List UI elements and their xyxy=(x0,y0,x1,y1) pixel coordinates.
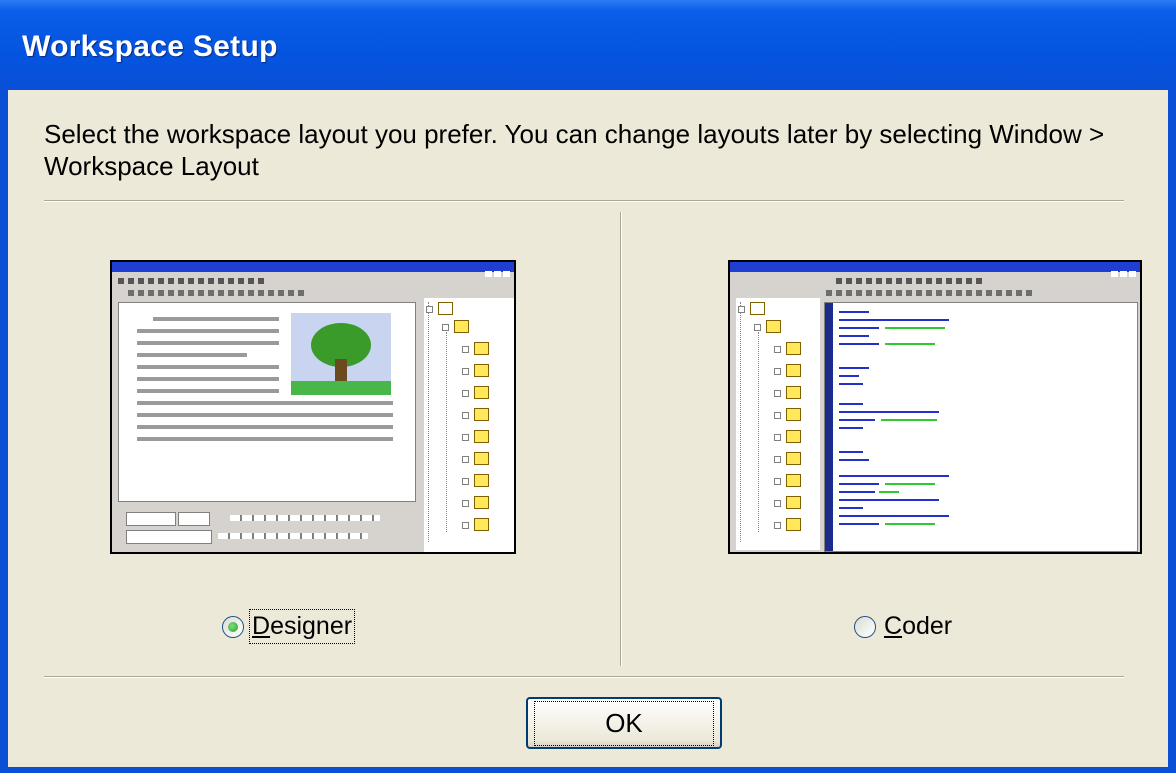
coder-label: Coder xyxy=(884,612,953,640)
designer-label: Designer xyxy=(248,609,356,644)
ok-button-label: OK xyxy=(534,700,714,746)
top-divider xyxy=(44,200,1124,202)
bottom-divider xyxy=(44,676,1124,678)
title-bar[interactable]: Workspace Setup xyxy=(0,0,1176,90)
radio-unchecked-icon[interactable] xyxy=(854,615,876,638)
designer-layout-preview[interactable] xyxy=(110,260,516,554)
vertical-divider xyxy=(620,212,622,666)
designer-radio-option[interactable]: Designer xyxy=(222,609,356,644)
radio-checked-icon[interactable] xyxy=(222,615,244,638)
window-title: Workspace Setup xyxy=(22,30,278,63)
coder-radio-option[interactable]: Coder xyxy=(854,612,952,641)
instruction-text: Select the workspace layout you prefer. … xyxy=(44,119,1105,181)
coder-layout-preview[interactable] xyxy=(728,260,1142,554)
ok-button[interactable]: OK xyxy=(526,697,722,749)
tree-image-icon xyxy=(291,313,391,395)
workspace-setup-dialog: Workspace Setup Select the workspace lay… xyxy=(0,0,1176,773)
